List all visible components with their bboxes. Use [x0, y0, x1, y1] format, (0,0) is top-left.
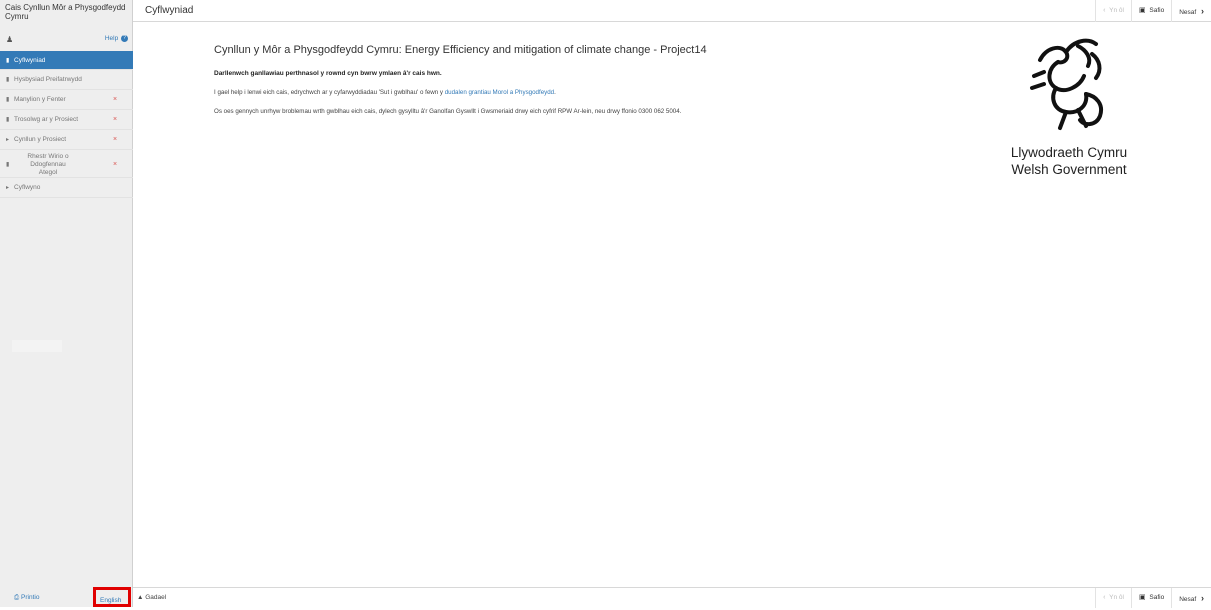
logo-english-text: Welsh Government — [1011, 162, 1127, 177]
user-row: ♟ Help ? — [0, 33, 133, 47]
error-mark-icon: × — [113, 116, 118, 123]
page-heading: Cyflwyniad — [145, 5, 194, 16]
save-button[interactable]: ▣ Safio — [1130, 0, 1171, 22]
save-button[interactable]: ▣ Safio — [1130, 588, 1171, 608]
sidebar-item-hysbysiad-preifatrwydd[interactable]: ▮ Hysbysiad Preifatrwydd — [0, 70, 133, 90]
chevron-right-icon: › — [1201, 6, 1204, 16]
sidebar-item-label: Trosolwg ar y Prosiect — [14, 116, 79, 123]
back-label: Yn ôl — [1109, 594, 1124, 601]
help-text-prefix: I gael help i lenwi eich cais, edrychwch… — [214, 89, 445, 96]
floppy-disk-icon: ▣ — [1138, 594, 1146, 601]
chevron-left-icon: ‹ — [1103, 7, 1106, 14]
logo-welsh-text: Llywodraeth Cymru — [1010, 145, 1128, 160]
language-toggle-highlight[interactable]: English — [93, 587, 131, 607]
help-link[interactable]: Help ? — [105, 35, 128, 42]
next-label: Nesaf — [1179, 596, 1197, 603]
application-frame: Cais Cynllun Môr a Physgodfeydd Cymru ♟ … — [0, 0, 1211, 608]
help-paragraph: I gael help i lenwi eich cais, edrychwch… — [214, 89, 556, 96]
sidebar-footer: ⎙ Printio English — [0, 587, 133, 607]
chevron-left-icon: ‹ — [1103, 594, 1106, 601]
sidebar-item-label: Cyflwyniad — [14, 57, 46, 64]
sidebar-item-manylion-y-fenter[interactable]: ▮ Manylion y Fenter × — [0, 90, 133, 110]
chevron-right-icon: › — [1201, 593, 1204, 603]
sidebar-item-label: Cyflwyno — [14, 184, 41, 191]
error-mark-icon: × — [113, 136, 118, 143]
sidebar-item-rhestr-wirio[interactable]: ▮ Rhestr Wirio o Ddogfennau Ategol × — [0, 150, 133, 178]
sidebar-item-label: Cynllun y Prosiect — [14, 136, 67, 143]
back-label: Yn ôl — [1109, 7, 1124, 14]
print-link[interactable]: ⎙ Printio — [14, 594, 39, 602]
sidebar-placeholder — [12, 340, 62, 352]
bottom-nav-buttons: ‹ Yn ôl ▣ Safio Nesaf › — [1095, 588, 1211, 608]
document-icon: ▮ — [6, 97, 10, 103]
home-icon: ▲ — [137, 594, 144, 601]
help-label: Help — [104, 35, 119, 43]
sidebar-item-trosolwg-ar-y-prosiect[interactable]: ▮ Trosolwg ar y Prosiect × — [0, 110, 133, 130]
caret-right-icon: ▸ — [6, 137, 10, 143]
next-label: Nesaf — [1179, 9, 1197, 16]
welsh-government-logo: Llywodraeth Cymru Welsh Government — [1009, 36, 1129, 177]
intro-instruction: Darllenwch ganllawiau perthnasol y rownd… — [214, 70, 442, 77]
contact-paragraph: Os oes gennych unrhyw broblemau wrth gwb… — [214, 108, 682, 115]
error-mark-icon: × — [113, 96, 118, 103]
print-icon: ⎙ — [14, 594, 20, 601]
document-icon: ▮ — [6, 162, 10, 168]
app-title: Cais Cynllun Môr a Physgodfeydd Cymru — [5, 3, 126, 21]
sidebar-item-label: Hysbysiad Preifatrwydd — [14, 76, 82, 83]
document-icon: ▮ — [6, 77, 10, 83]
grants-page-link[interactable]: dudalen grantiau Morol a Physgodfeydd — [445, 89, 554, 96]
sidebar-item-label: Rhestr Wirio o Ddogfennau Ategol — [27, 153, 69, 176]
language-toggle-link[interactable]: English — [100, 597, 121, 604]
next-button[interactable]: Nesaf › — [1171, 0, 1211, 22]
floppy-disk-icon: ▣ — [1138, 7, 1146, 14]
error-mark-icon: × — [113, 161, 118, 168]
save-label: Safio — [1149, 594, 1165, 601]
help-circle-icon: ? — [121, 35, 128, 42]
bottom-bar: ▲ Gadael ‹ Yn ôl ▣ Safio Nesaf › — [133, 587, 1211, 608]
sidebar-item-cyflwyno[interactable]: ▸ Cyflwyno — [0, 178, 133, 198]
document-icon: ▮ — [6, 117, 10, 123]
back-button[interactable]: ‹ Yn ôl — [1095, 0, 1131, 22]
sidebar: Cais Cynllun Môr a Physgodfeydd Cymru ♟ … — [0, 0, 133, 607]
sidebar-item-cyflwyniad[interactable]: ▮ Cyflwyniad — [0, 51, 133, 70]
dragon-icon — [1030, 38, 1103, 130]
help-text-suffix: . — [554, 89, 556, 96]
print-label: Printio — [21, 594, 40, 601]
page-title: Cynllun y Môr a Physgodfeydd Cymru: Ener… — [214, 44, 707, 56]
main-content: Cynllun y Môr a Physgodfeydd Cymru: Ener… — [133, 22, 1211, 587]
top-nav-buttons: ‹ Yn ôl ▣ Safio Nesaf › — [1095, 0, 1211, 22]
sidebar-nav: ▮ Cyflwyniad ▮ Hysbysiad Preifatrwydd ▮ … — [0, 51, 133, 198]
save-label: Safio — [1149, 7, 1165, 14]
caret-right-icon: ▸ — [6, 185, 10, 191]
document-icon: ▮ — [6, 58, 10, 64]
user-icon[interactable]: ♟ — [6, 35, 13, 44]
top-bar: Cyflwyniad ‹ Yn ôl ▣ Safio Nesaf › — [133, 0, 1211, 22]
next-button[interactable]: Nesaf › — [1171, 588, 1211, 608]
back-button[interactable]: ‹ Yn ôl — [1095, 588, 1131, 608]
sidebar-item-cynllun-y-prosiect[interactable]: ▸ Cynllun y Prosiect × — [0, 130, 133, 150]
sidebar-item-label: Manylion y Fenter — [14, 96, 66, 103]
exit-label: Gadael — [145, 594, 167, 601]
exit-button[interactable]: ▲ Gadael — [137, 594, 166, 601]
